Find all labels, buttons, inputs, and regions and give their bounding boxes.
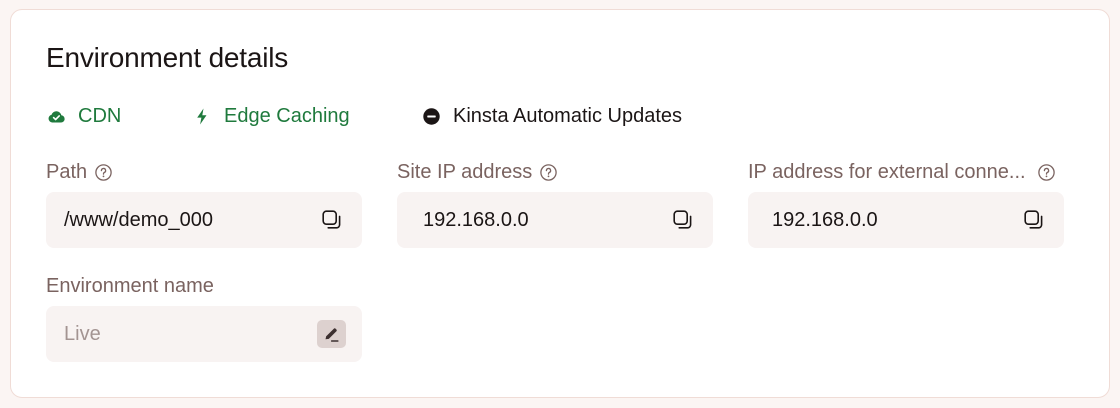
site-ip-field: 192.168.0.0 (397, 192, 713, 248)
feature-edge-caching-label: Edge Caching (224, 104, 350, 127)
path-label: Path (46, 159, 112, 185)
help-icon[interactable] (95, 163, 112, 181)
path-label-text: Path (46, 160, 88, 183)
site-ip-value: 192.168.0.0 (423, 208, 529, 231)
path-field: /www/demo_000 (46, 192, 362, 248)
feature-edge-caching: Edge Caching (193, 103, 350, 129)
feature-automatic-updates-label: Kinsta Automatic Updates (453, 104, 683, 127)
panel-title: Environment details (46, 42, 289, 73)
copy-icon[interactable] (320, 208, 344, 232)
feature-cdn: CDN (47, 103, 121, 129)
edit-button[interactable] (317, 320, 346, 348)
site-ip-label-text: Site IP address (397, 160, 533, 183)
copy-icon[interactable] (1022, 208, 1046, 232)
environment-name-label-text: Environment name (46, 274, 214, 297)
environment-name-label: Environment name (46, 273, 214, 299)
external-ip-label: IP address for external conne... (748, 159, 1078, 185)
copy-icon[interactable] (671, 208, 695, 232)
external-ip-label-text: IP address for external conne... (748, 160, 1026, 183)
path-value: /www/demo_000 (64, 208, 213, 231)
environment-details-panel: Environment details CDN Edge Caching Kin… (10, 9, 1110, 398)
feature-automatic-updates: Kinsta Automatic Updates (422, 103, 682, 129)
external-ip-field: 192.168.0.0 (748, 192, 1064, 248)
pencil-icon (325, 327, 339, 342)
lightning-icon (193, 107, 211, 125)
minus-circle-icon (422, 107, 440, 125)
help-icon[interactable] (540, 163, 558, 181)
environment-name-value: Live (64, 322, 101, 345)
help-icon[interactable] (1037, 163, 1055, 181)
feature-cdn-label: CDN (78, 104, 122, 127)
external-ip-value: 192.168.0.0 (772, 208, 878, 231)
cloud-check-icon (47, 107, 65, 125)
site-ip-label: Site IP address (397, 159, 558, 185)
environment-name-field: Live (46, 306, 362, 362)
